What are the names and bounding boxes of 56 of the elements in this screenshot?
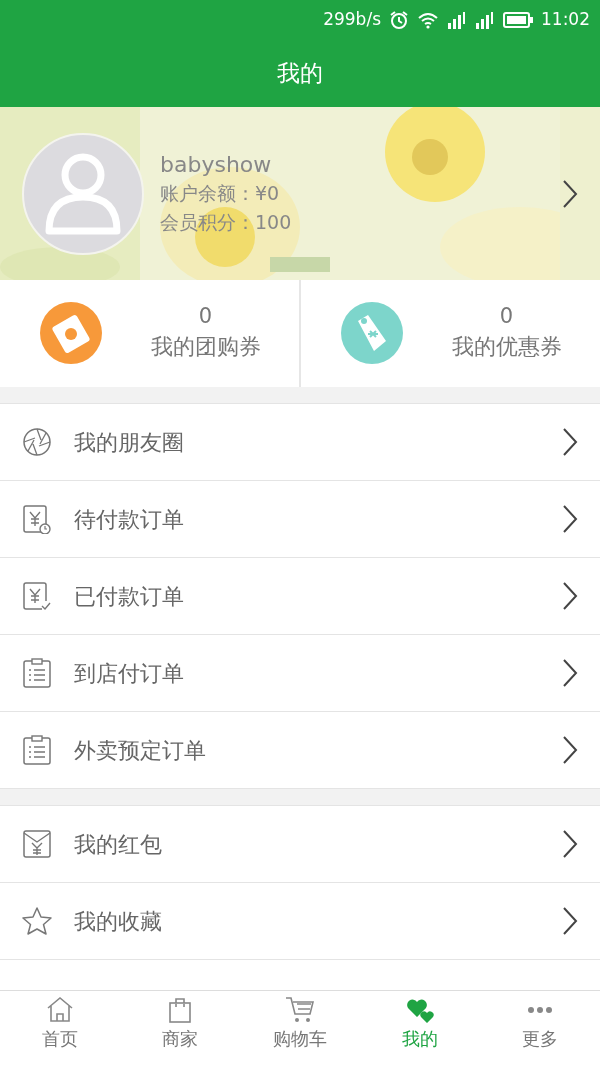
coupon-button[interactable]: 0 我的优惠券 [299,280,600,387]
coupon-label: 我的团购券 [150,332,261,361]
signal-icon [475,11,495,29]
envelope-icon [22,829,52,859]
account-balance: 账户余额：¥0 [160,181,281,206]
alarm-icon [389,10,409,30]
menu-item[interactable]: 到店付订单 [0,635,600,712]
menu-label: 我的收藏 [74,907,163,936]
coupon-label: 我的优惠券 [451,332,562,361]
aperture-icon [22,427,52,457]
menu-label: 我的红包 [74,830,163,859]
menu-item[interactable]: 外卖预定订单 [0,712,600,789]
tab[interactable]: 购物车 [240,991,360,1067]
clock: 11:02 [541,8,590,32]
chevron-icon [562,504,578,534]
coupon-button[interactable]: 0 我的团购券 [0,280,299,387]
star-icon [22,906,52,936]
cart-icon [285,995,315,1025]
tab[interactable]: 我的 [360,991,480,1067]
menu-label: 已付款订单 [74,582,185,611]
ticket-icon [38,300,103,367]
menu-label: 到店付订单 [74,659,185,688]
tab[interactable]: 首页 [0,991,120,1067]
coupon-count: 0 [499,304,514,330]
network-speed: 299b/s [323,8,381,32]
menu-item[interactable]: 我的收藏 [0,883,600,960]
member-points: 会员积分：100 [160,210,293,235]
chevron-icon [562,906,578,936]
tab[interactable]: 商家 [120,991,240,1067]
tab[interactable]: 更多 [480,991,600,1067]
menu-item[interactable]: 待付款订单 [0,481,600,558]
chevron-icon [562,178,578,209]
clipboard-icon [22,735,52,765]
home-icon [45,995,75,1025]
clipboard-icon [22,658,52,688]
chevron-icon [562,581,578,611]
more-icon [528,1007,552,1013]
menu-item[interactable]: 我的红包 [0,806,600,883]
battery-icon [503,12,533,28]
chevron-icon [562,735,578,765]
signal-icon [447,11,467,29]
price-tag-icon [339,300,404,367]
username: babyshow [160,151,273,179]
coupon-count: 0 [198,304,213,330]
menu-item[interactable]: 我的朋友圈 [0,404,600,481]
chevron-icon [562,427,578,457]
wifi-icon [417,11,439,29]
menu-item[interactable]: 已付款订单 [0,558,600,635]
chevron-icon [562,658,578,688]
menu-label: 外卖预定订单 [74,736,207,765]
menu-label: 待付款订单 [74,505,185,534]
chevron-icon [562,829,578,859]
receipt-check-icon [22,581,52,611]
receipt-clock-icon [22,504,52,534]
menu-label: 我的朋友圈 [74,428,185,457]
page-title: 我的 [277,59,323,89]
